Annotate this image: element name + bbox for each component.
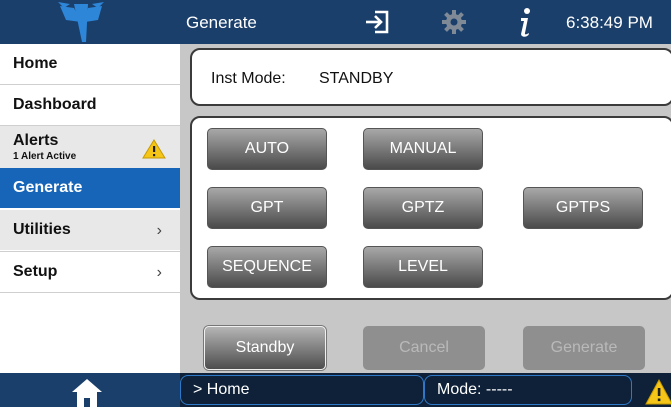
screen-title: Generate [186,13,257,32]
inst-mode-label: Inst Mode: [211,70,286,87]
warning-icon [142,139,166,159]
bottom-bar: > Home Mode: ----- [0,373,671,407]
breadcrumb[interactable]: > Home [180,375,424,405]
gptz-button[interactable]: GPTZ [363,187,483,229]
mode-button-panel: AUTO MANUAL GPT GPTZ GPTPS SEQUENCE LEVE… [190,116,671,300]
sidebar-item-utilities[interactable]: Utilities › [0,210,180,250]
logo [0,0,180,44]
sidebar-item-dashboard[interactable]: Dashboard [0,85,180,125]
inst-mode-value: STANDBY [319,70,394,87]
sidebar-item-label: Home [13,55,58,72]
sidebar-item-setup[interactable]: Setup › [0,252,180,292]
generate-button[interactable]: Generate [523,326,645,370]
cancel-button[interactable]: Cancel [363,326,485,370]
sidebar-item-label: Alerts [13,132,59,149]
standby-button[interactable]: Standby [204,326,326,370]
sidebar-item-label: Generate [13,179,83,196]
teledyne-logo-icon [58,2,104,42]
gptps-button[interactable]: GPTPS [523,187,643,229]
login-icon[interactable] [363,8,391,36]
chevron-right-icon: › [156,264,162,281]
mode-status: Mode: ----- [424,375,632,405]
sidebar-item-home[interactable]: Home [0,44,180,84]
gpt-button[interactable]: GPT [207,187,327,229]
sidebar-item-label: Dashboard [13,96,97,113]
warning-icon[interactable] [645,379,671,405]
home-icon [72,379,102,407]
sidebar-item-label: Setup [13,263,58,280]
sidebar: Home Dashboard Alerts 1 Alert Active Gen… [0,44,180,373]
top-bar: Generate 6:38:49 PM [0,0,671,44]
level-button[interactable]: LEVEL [363,246,483,288]
sequence-button[interactable]: SEQUENCE [207,246,327,288]
info-icon[interactable] [512,4,538,40]
gear-icon[interactable] [440,8,468,36]
chevron-right-icon: › [156,222,162,239]
sidebar-item-alerts[interactable]: Alerts 1 Alert Active [0,126,180,168]
clock: 6:38:49 PM [566,13,653,32]
main-panel: Inst Mode: STANDBY AUTO MANUAL GPT GPTZ … [180,44,671,373]
manual-button[interactable]: MANUAL [363,128,483,170]
auto-button[interactable]: AUTO [207,128,327,170]
inst-mode-panel: Inst Mode: STANDBY [190,48,671,106]
sidebar-item-generate[interactable]: Generate [0,168,180,208]
sidebar-item-label: Utilities [13,221,71,238]
home-button[interactable] [0,373,180,407]
divider [0,292,180,293]
